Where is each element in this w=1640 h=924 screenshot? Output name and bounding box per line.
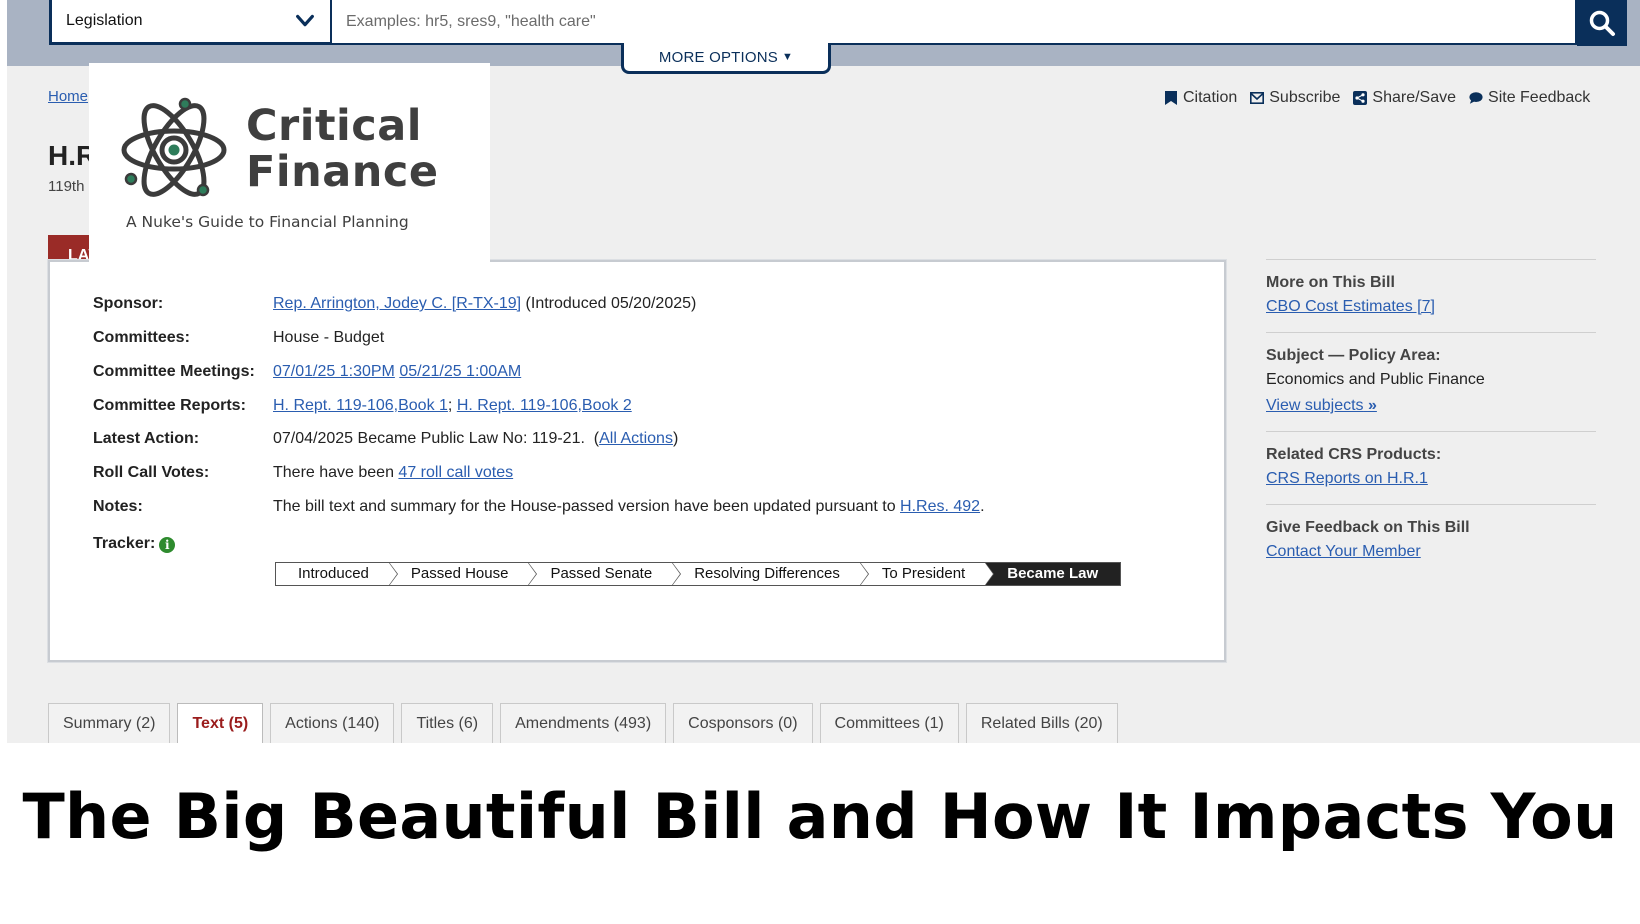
report-link-2[interactable]: H. Rept. 119-106,Book 2: [457, 397, 632, 414]
congress-label: 119th: [48, 178, 85, 195]
meetings-label: Committee Meetings:: [93, 363, 255, 380]
article-headline: The Big Beautiful Bill and How It Impact…: [22, 780, 1618, 853]
citation-button[interactable]: Citation: [1164, 89, 1237, 107]
logo-tagline: A Nuke's Guide to Financial Planning: [126, 213, 409, 231]
envelope-icon: [1250, 91, 1265, 104]
congress-gov-screenshot: Legislation MORE OPTIONS ▼ Home H.R.1 11…: [7, 0, 1640, 743]
citation-label: Citation: [1183, 89, 1238, 106]
more-options-button[interactable]: MORE OPTIONS ▼: [621, 43, 831, 74]
search-icon: [1589, 10, 1615, 36]
tab-summary[interactable]: Summary (2): [48, 703, 171, 743]
sponsor-introduced: (Introduced 05/20/2025): [521, 295, 697, 312]
tracker-step-passed-senate: Passed Senate: [528, 562, 681, 586]
report-separator: ;: [447, 397, 457, 414]
tab-committees[interactable]: Committees (1): [819, 703, 959, 743]
roll-call-row: Roll Call Votes: There have been 47 roll…: [93, 464, 513, 482]
tracker-step-became-law: Became Law: [985, 563, 1121, 585]
site-feedback-label: Site Feedback: [1488, 89, 1591, 106]
all-actions-link[interactable]: All Actions: [599, 430, 673, 447]
share-save-button[interactable]: Share/Save: [1353, 89, 1456, 107]
search-field[interactable]: [330, 0, 1577, 45]
committees-value: House - Budget: [273, 329, 385, 346]
crs-heading: Related CRS Products:: [1266, 446, 1442, 463]
reports-label: Committee Reports:: [93, 397, 246, 414]
meeting-link-2[interactable]: 05/21/25 1:00AM: [399, 363, 521, 380]
search-button[interactable]: [1577, 0, 1627, 46]
cbo-cost-estimates-link[interactable]: CBO Cost Estimates [7]: [1266, 298, 1435, 316]
hres-492-link[interactable]: H.Res. 492: [900, 498, 980, 515]
subject-heading: Subject — Policy Area:: [1266, 347, 1441, 364]
roll-call-prefix: There have been: [273, 464, 399, 481]
tracker-step-to-president: To President: [859, 562, 995, 586]
latest-action-label: Latest Action:: [93, 430, 200, 447]
feedback-section: Give Feedback on This Bill Contact Your …: [1266, 504, 1596, 577]
roll-call-label: Roll Call Votes:: [93, 464, 210, 481]
view-subjects-label: View subjects: [1266, 397, 1364, 414]
subject-section: Subject — Policy Area: Economics and Pub…: [1266, 332, 1596, 431]
bill-toolbar: Citation Subscribe Share/Save Site Feedb…: [1164, 89, 1590, 107]
legislation-select[interactable]: Legislation: [49, 0, 333, 45]
info-icon[interactable]: i: [159, 537, 176, 553]
tab-titles[interactable]: Titles (6): [401, 703, 494, 743]
tracker-step-passed-house: Passed House: [388, 562, 537, 586]
crs-section: Related CRS Products: CRS Reports on H.R…: [1266, 431, 1596, 504]
tab-related-bills[interactable]: Related Bills (20): [965, 703, 1118, 743]
committees-row: Committees: House - Budget: [93, 329, 384, 347]
tracker-row: Tracker: i: [93, 535, 273, 553]
subscribe-button[interactable]: Subscribe: [1250, 89, 1340, 107]
legislation-select-value: Legislation: [66, 12, 143, 29]
share-icon: [1353, 91, 1368, 105]
search-input[interactable]: [332, 0, 1575, 43]
bill-sidebar: More on This Bill CBO Cost Estimates [7]…: [1266, 259, 1596, 577]
notes-label: Notes:: [93, 498, 143, 515]
bill-overview-panel: Sponsor: Rep. Arrington, Jodey C. [R-TX-…: [48, 260, 1226, 662]
contact-member-link[interactable]: Contact Your Member: [1266, 543, 1421, 561]
tracker-step-resolving-differences: Resolving Differences: [672, 562, 869, 586]
more-on-this-bill-heading: More on This Bill: [1266, 274, 1395, 291]
latest-action-value: 07/04/2025 Became Public Law No: 119-21.…: [273, 430, 600, 447]
notes-text: The bill text and summary for the House-…: [273, 498, 901, 515]
breadcrumb-home[interactable]: Home: [48, 88, 88, 105]
bill-tracker: Introduced Passed House Passed Senate Re…: [275, 562, 1122, 586]
caret-down-icon: ▼: [781, 51, 794, 63]
crs-reports-link[interactable]: CRS Reports on H.R.1: [1266, 470, 1428, 488]
notes-row: Notes: The bill text and summary for the…: [93, 498, 985, 516]
sponsor-link[interactable]: Rep. Arrington, Jodey C. [R-TX-19]: [273, 295, 521, 312]
double-chevron-right-icon: »: [1367, 397, 1377, 414]
speech-bubble-icon: [1469, 92, 1483, 104]
meetings-row: Committee Meetings: 07/01/25 1:30PM 05/2…: [93, 363, 521, 381]
logo-word-critical: Critical: [246, 101, 423, 151]
sponsor-label: Sponsor:: [93, 295, 164, 312]
subscribe-label: Subscribe: [1269, 89, 1341, 106]
logo-word-finance: Finance: [246, 147, 439, 197]
critical-finance-logo: Critical Finance A Nuke's Guide to Finan…: [89, 63, 490, 268]
share-save-label: Share/Save: [1372, 89, 1457, 106]
tab-amendments[interactable]: Amendments (493): [500, 703, 667, 743]
notes-period: .: [980, 498, 985, 515]
latest-action-close: ): [672, 430, 679, 447]
feedback-heading: Give Feedback on This Bill: [1266, 519, 1470, 536]
site-feedback-button[interactable]: Site Feedback: [1469, 89, 1590, 107]
sponsor-row: Sponsor: Rep. Arrington, Jodey C. [R-TX-…: [93, 295, 696, 313]
atom-icon: [121, 97, 227, 197]
tab-cosponsors[interactable]: Cosponsors (0): [673, 703, 813, 743]
bill-tabs: Summary (2) Text (5) Actions (140) Title…: [48, 703, 1118, 743]
tracker-label: Tracker:: [93, 535, 156, 552]
chevron-down-icon: [296, 14, 314, 27]
meeting-link-1[interactable]: 07/01/25 1:30PM: [273, 363, 395, 380]
latest-action-row: Latest Action: 07/04/2025 Became Public …: [93, 430, 678, 448]
report-link-1[interactable]: H. Rept. 119-106,Book 1: [273, 397, 448, 414]
tab-actions[interactable]: Actions (140): [270, 703, 395, 743]
subject-value: Economics and Public Finance: [1266, 371, 1485, 388]
view-subjects-link[interactable]: View subjects »: [1266, 397, 1377, 415]
tracker-step-introduced: Introduced: [276, 562, 398, 586]
committees-label: Committees:: [93, 329, 190, 346]
more-on-this-bill-section: More on This Bill CBO Cost Estimates [7]: [1266, 259, 1596, 332]
reports-row: Committee Reports: H. Rept. 119-106,Book…: [93, 397, 632, 415]
roll-call-link[interactable]: 47 roll call votes: [398, 464, 513, 481]
bookmark-icon: [1165, 91, 1177, 105]
tab-text[interactable]: Text (5): [177, 703, 264, 743]
more-options-label: MORE OPTIONS: [658, 48, 778, 66]
